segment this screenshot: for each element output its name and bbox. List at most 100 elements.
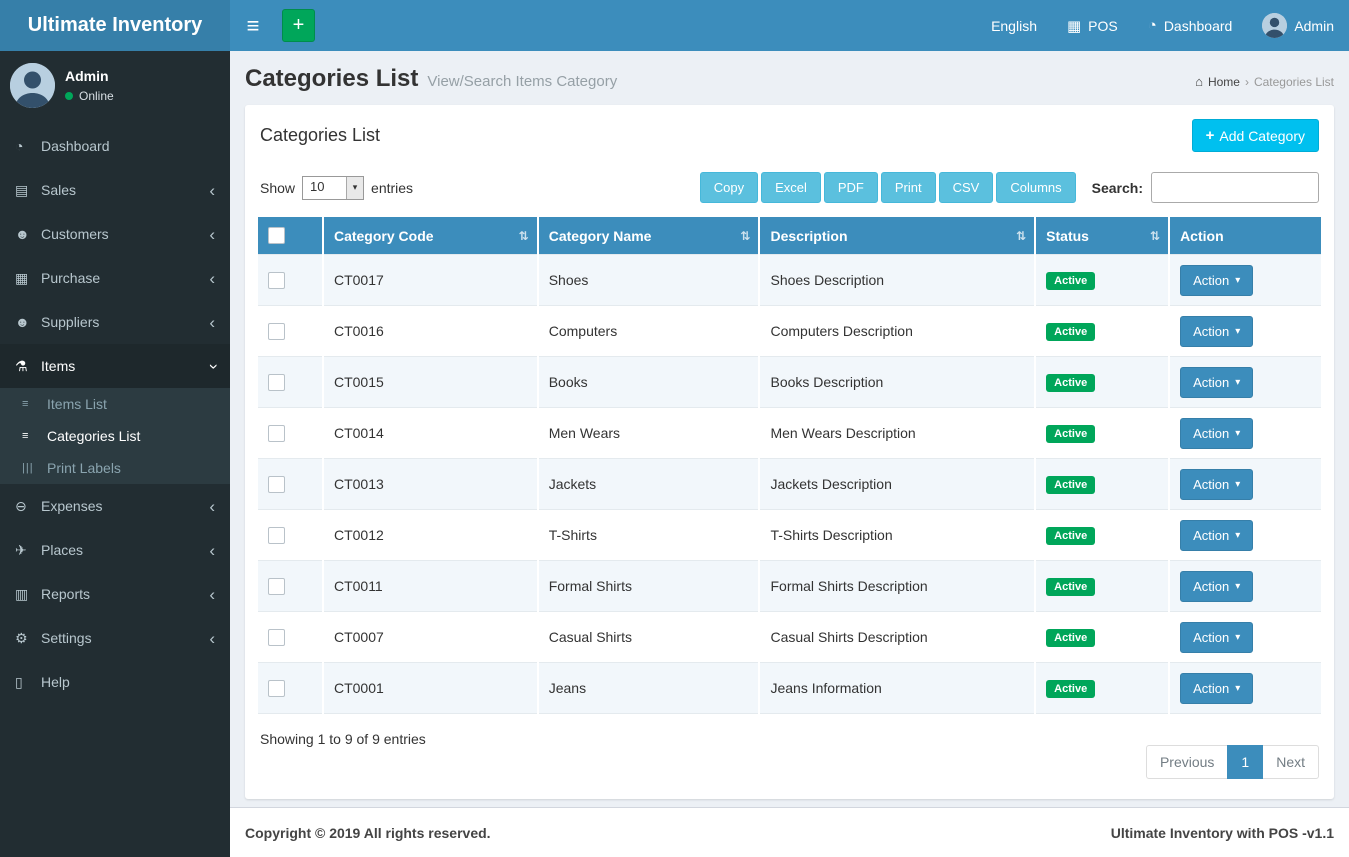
cell-category-name: Books	[536, 356, 760, 408]
sort-icon[interactable]: ⇅	[519, 229, 529, 243]
pagination-next-button[interactable]: Next	[1262, 745, 1319, 779]
sidebar-item-dashboard[interactable]: ◔ Dashboard	[0, 124, 230, 168]
sidebar-avatar	[10, 63, 55, 108]
caret-down-icon: ▾	[1235, 427, 1241, 439]
cell-description: Jackets Description	[758, 458, 1036, 510]
breadcrumb-home-link[interactable]: Home	[1208, 75, 1240, 89]
language-menu[interactable]: English	[976, 0, 1052, 51]
excel-button[interactable]: Excel	[761, 172, 821, 203]
col-header-status[interactable]: Status ⇅	[1034, 217, 1170, 255]
col-header-category-name[interactable]: Category Name ⇅	[536, 217, 760, 255]
select-all-header	[258, 217, 323, 255]
cell-category-name: Formal Shirts	[536, 560, 760, 612]
row-checkbox[interactable]	[268, 628, 285, 646]
pagination-previous-button[interactable]: Previous	[1145, 745, 1229, 779]
chevron-left-icon: ‹	[209, 584, 215, 604]
col-header-description[interactable]: Description ⇅	[758, 217, 1036, 255]
sidebar-item-items[interactable]: ⚗ Items ‹	[0, 344, 230, 388]
cell-status: Active	[1034, 611, 1170, 663]
cell-action: Action ▾	[1168, 305, 1321, 357]
search-input[interactable]	[1151, 172, 1319, 203]
sidebar-subitem-items-list[interactable]: ≡ Items List	[0, 388, 230, 420]
action-dropdown-button[interactable]: Action ▾	[1180, 417, 1254, 449]
brand-logo[interactable]: Ultimate Inventory	[0, 0, 230, 51]
plus-icon: +	[1205, 127, 1215, 144]
sidebar-toggle-button[interactable]: ≡	[230, 0, 276, 51]
status-badge: Active	[1046, 526, 1096, 545]
entries-select[interactable]: 10 ▾	[302, 175, 365, 200]
page-length-control: Show 10 ▾ entries	[260, 175, 413, 200]
copy-button[interactable]: Copy	[699, 172, 759, 203]
sidebar-user-status[interactable]: Online	[65, 89, 114, 103]
sidebar-item-places[interactable]: ✈ Places ‹	[0, 528, 230, 572]
search-label: Search:	[1091, 179, 1143, 196]
row-checkbox[interactable]	[268, 577, 285, 595]
sidebar-menu: ◔ Dashboard ▤ Sales ‹ ☻ Customers ‹ ▦ Pu…	[0, 124, 230, 704]
sidebar-item-expenses[interactable]: ⊖ Expenses ‹	[0, 484, 230, 528]
customers-icon: ☻	[15, 226, 30, 242]
action-dropdown-button[interactable]: Action ▾	[1180, 519, 1254, 551]
row-checkbox-cell	[258, 356, 323, 408]
cell-category-code: CT0001	[321, 662, 538, 714]
cell-category-name: Computers	[536, 305, 760, 357]
action-dropdown-button[interactable]: Action ▾	[1180, 366, 1254, 398]
action-dropdown-button[interactable]: Action ▾	[1180, 315, 1254, 347]
col-header-action: Action	[1168, 217, 1321, 255]
cell-description: Casual Shirts Description	[758, 611, 1036, 663]
caret-down-icon: ▾	[1235, 376, 1241, 388]
table-controls: Show 10 ▾ entries Copy Excel PDF Print C…	[258, 166, 1321, 217]
sort-icon[interactable]: ⇅	[740, 229, 750, 243]
row-checkbox[interactable]	[268, 424, 285, 442]
quick-add-button[interactable]: +	[282, 9, 315, 42]
main-content: Categories List View/Search Items Catego…	[230, 51, 1349, 807]
select-all-checkbox[interactable]	[268, 227, 285, 244]
sidebar-item-purchase[interactable]: ▦ Purchase ‹	[0, 256, 230, 300]
action-dropdown-button[interactable]: Action ▾	[1180, 621, 1254, 653]
row-checkbox[interactable]	[268, 322, 285, 340]
row-checkbox[interactable]	[268, 373, 285, 391]
chevron-left-icon: ‹	[209, 268, 215, 288]
pdf-button[interactable]: PDF	[823, 172, 878, 203]
sort-icon[interactable]: ⇅	[1150, 229, 1160, 243]
print-button[interactable]: Print	[880, 172, 936, 203]
row-checkbox-cell	[258, 458, 323, 510]
sidebar-item-reports[interactable]: ▥ Reports ‹	[0, 572, 230, 616]
chevron-left-icon: ‹	[209, 224, 215, 244]
categories-table: Category Code ⇅ Category Name ⇅ Descriptio…	[258, 217, 1321, 714]
show-label: Show	[260, 179, 296, 196]
navbar-right-menu: English ▦ POS ◔ Dashboard Admin	[976, 0, 1349, 51]
columns-button[interactable]: Columns	[996, 172, 1076, 203]
user-menu[interactable]: Admin	[1247, 0, 1349, 51]
dashboard-link[interactable]: ◔ Dashboard	[1133, 0, 1248, 51]
add-category-button[interactable]: + Add Category	[1191, 119, 1319, 152]
pos-link[interactable]: ▦ POS	[1052, 0, 1133, 51]
row-checkbox[interactable]	[268, 271, 285, 289]
panel-title: Categories List	[260, 125, 381, 145]
sidebar-item-sales[interactable]: ▤ Sales ‹	[0, 168, 230, 212]
row-checkbox-cell	[258, 560, 323, 612]
pagination-page-1-button[interactable]: 1	[1227, 745, 1264, 779]
row-checkbox[interactable]	[268, 679, 285, 697]
row-checkbox[interactable]	[268, 475, 285, 493]
cell-description: Jeans Information	[758, 662, 1036, 714]
sidebar-item-suppliers[interactable]: ☻ Suppliers ‹	[0, 300, 230, 344]
table-row: CT0011 Formal Shirts Formal Shirts Descr…	[258, 560, 1321, 612]
sidebar-subitem-categories-list[interactable]: ≡ Categories List	[0, 420, 230, 452]
action-dropdown-button[interactable]: Action ▾	[1180, 468, 1254, 500]
action-dropdown-button[interactable]: Action ▾	[1180, 264, 1254, 296]
action-dropdown-button[interactable]: Action ▾	[1180, 570, 1254, 602]
sidebar-subitem-print-labels[interactable]: ||| Print Labels	[0, 452, 230, 484]
col-header-category-code[interactable]: Category Code ⇅	[321, 217, 538, 255]
sidebar-item-settings[interactable]: ⚙ Settings ‹	[0, 616, 230, 660]
table-header-row: Category Code ⇅ Category Name ⇅ Descriptio…	[258, 217, 1321, 255]
sidebar-item-customers[interactable]: ☻ Customers ‹	[0, 212, 230, 256]
csv-button[interactable]: CSV	[938, 172, 994, 203]
barcode-icon: |||	[22, 462, 34, 474]
page-footer: Copyright © 2019 All rights reserved. Ul…	[230, 807, 1349, 857]
action-dropdown-button[interactable]: Action ▾	[1180, 672, 1254, 704]
cell-category-name: Shoes	[536, 254, 760, 306]
sort-icon[interactable]: ⇅	[1016, 229, 1026, 243]
row-checkbox[interactable]	[268, 526, 285, 544]
sidebar-item-help[interactable]: ▯ Help	[0, 660, 230, 704]
cell-action: Action ▾	[1168, 254, 1321, 306]
